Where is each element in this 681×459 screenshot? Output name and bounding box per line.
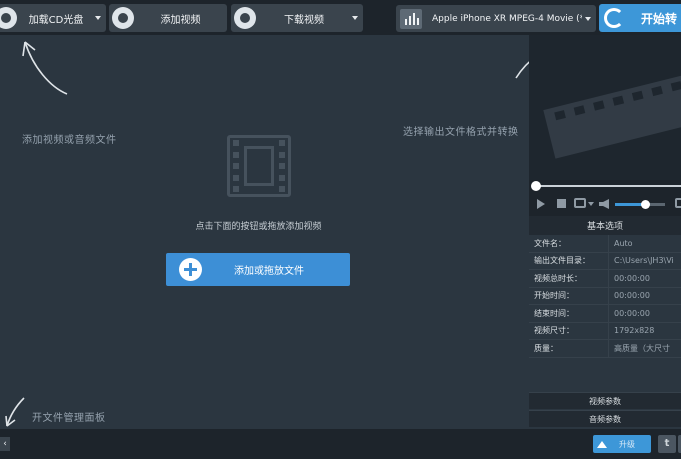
property-key: 文件名： [529, 235, 609, 252]
play-icon[interactable] [537, 199, 545, 209]
film-icon [227, 135, 291, 197]
property-row[interactable]: 文件名： Auto [529, 235, 681, 253]
property-value[interactable]: 00:00:00 [609, 309, 650, 318]
download-video-button[interactable]: 下载视频 [231, 4, 363, 32]
globe-download-icon [234, 7, 256, 29]
seek-handle[interactable] [531, 181, 541, 191]
property-value[interactable]: Auto [609, 239, 633, 248]
property-row[interactable]: 视频尺寸： 1792x828 [529, 322, 681, 340]
file-drop-area[interactable]: 点击下面的按钮或拖放添加视频 添加或拖放文件 [0, 35, 529, 429]
property-row[interactable]: 结束时间： 00:00:00 [529, 305, 681, 323]
load-cd-button[interactable]: 加载CD光盘 [0, 4, 106, 32]
collapse-panel-button[interactable]: ‹ [0, 437, 10, 451]
property-value[interactable]: 00:00:00 [609, 274, 650, 283]
property-row[interactable]: 视频总时长： 00:00:00 [529, 270, 681, 288]
convert-button[interactable]: 开始转 [599, 4, 681, 32]
output-format-label: Apple iPhone XR MPEG-4 Movie (*.m... [432, 13, 582, 24]
property-value[interactable]: 1792x828 [609, 326, 654, 335]
properties-panel: 基本选项 文件名： Auto 输出文件目录： C:\Users\JH3\Vi 视频总时长… [529, 216, 681, 429]
hint-add-files-text: 添加视频或音频文件 [22, 135, 117, 146]
property-key: 质量： [529, 340, 609, 357]
volume-handle[interactable] [641, 200, 650, 209]
convert-label: 开始转 [641, 11, 678, 26]
drop-hint-text: 点击下面的按钮或拖放添加视频 [195, 222, 322, 232]
property-key: 结束时间： [529, 305, 609, 322]
load-cd-label: 加载CD光盘 [28, 14, 84, 26]
seek-bar[interactable] [529, 180, 681, 192]
hint-arrow-icon [22, 41, 68, 95]
basic-options-header[interactable]: 基本选项 [529, 216, 681, 235]
stop-icon[interactable] [557, 199, 566, 208]
chevron-down-icon[interactable] [585, 16, 591, 21]
property-row[interactable]: 质量： 高质量（大尺寸 [529, 340, 681, 358]
property-key: 视频总时长： [529, 270, 609, 287]
volume-icon[interactable] [599, 199, 609, 209]
video-preview [529, 35, 681, 180]
arrow-up-icon [597, 440, 607, 448]
volume-slider[interactable] [615, 200, 665, 209]
chevron-down-icon[interactable] [352, 16, 358, 20]
top-toolbar: 加载CD光盘 添加视频 下载视频 Apple iPhone XR MPEG-4 … [0, 0, 681, 35]
property-key: 视频尺寸： [529, 322, 609, 339]
add-file-label: 添加或拖放文件 [234, 266, 304, 277]
property-value[interactable]: 高质量（大尺寸 [609, 343, 670, 354]
chevron-down-icon[interactable] [588, 202, 594, 206]
film-strip-icon [543, 71, 681, 159]
chevron-down-icon[interactable] [95, 16, 101, 20]
twitter-icon[interactable]: t [658, 435, 676, 453]
film-plus-icon [112, 7, 134, 29]
upgrade-label: 升级 [619, 439, 635, 449]
property-row[interactable]: 开始时间： 00:00:00 [529, 287, 681, 305]
hint-arrow-icon [5, 397, 25, 427]
add-video-label: 添加视频 [160, 14, 201, 26]
snapshot-icon[interactable] [574, 198, 586, 208]
video-params-header[interactable]: 视频参数 [529, 392, 681, 409]
hint-file-manager-text: 开文件管理面板 [32, 413, 106, 424]
upgrade-button[interactable]: 升级 [593, 435, 651, 453]
add-file-button[interactable]: 添加或拖放文件 [166, 253, 350, 286]
bottom-bar: ‹ 升级 t V [0, 429, 681, 459]
property-row[interactable]: 输出文件目录： C:\Users\JH3\Vi [529, 252, 681, 270]
property-value[interactable]: C:\Users\JH3\Vi [609, 256, 674, 265]
add-video-button[interactable]: 添加视频 [109, 4, 227, 32]
download-video-label: 下载视频 [284, 14, 324, 26]
output-format-select[interactable]: Apple iPhone XR MPEG-4 Movie (*.m... [396, 5, 596, 32]
player-controls [529, 192, 681, 216]
property-key: 输出文件目录： [529, 252, 609, 269]
property-value[interactable]: 00:00:00 [609, 291, 650, 300]
refresh-icon [604, 8, 624, 28]
disc-plus-icon [0, 7, 17, 29]
audio-params-header[interactable]: 音频参数 [529, 410, 681, 427]
open-folder-icon[interactable] [675, 198, 681, 208]
plus-circle-icon [179, 258, 202, 281]
bar-chart-icon [400, 8, 422, 29]
hint-select-format-text: 选择输出文件格式并转换 [403, 127, 519, 138]
properties-list: 文件名： Auto 输出文件目录： C:\Users\JH3\Vi 视频总时长： 00:0… [529, 235, 681, 358]
property-key: 开始时间： [529, 287, 609, 304]
